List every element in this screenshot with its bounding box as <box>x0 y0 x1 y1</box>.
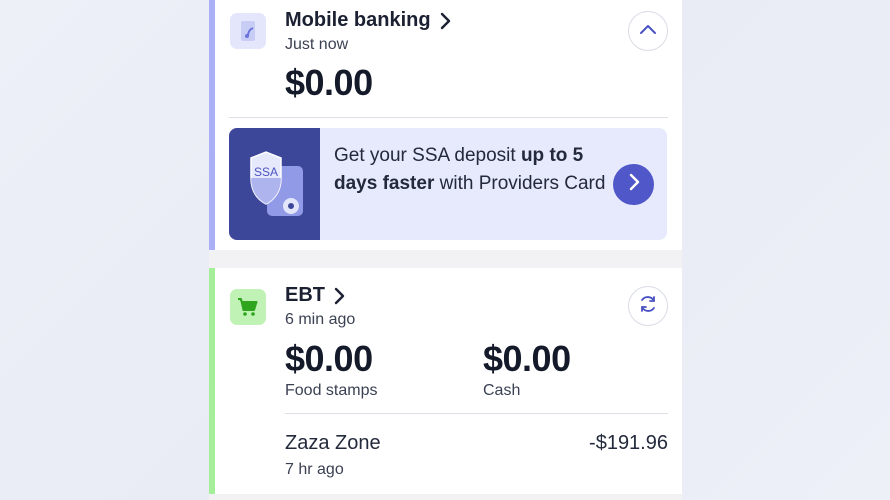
mobile-banking-title: Mobile banking <box>285 9 431 31</box>
ebt-title: EBT <box>285 284 325 306</box>
divider <box>285 413 668 414</box>
ssa-badge: SSA <box>253 165 278 179</box>
promo-go-button[interactable] <box>613 164 654 205</box>
divider <box>229 117 668 118</box>
food-stamps-balance: $0.00 Food stamps <box>285 338 377 400</box>
mobile-banking-updated: Just now <box>285 36 349 53</box>
promo-text: Get your SSA deposit up to 5 days faster… <box>334 145 606 194</box>
food-stamps-amount: $0.00 <box>285 338 373 379</box>
ebt-title-link[interactable]: EBT <box>285 284 345 307</box>
ebt-card: EBT 6 min ago $0.00 Food stamps $0.00 Ca… <box>209 268 682 494</box>
cash-label: Cash <box>483 382 521 399</box>
transaction-amount: -$191.96 <box>589 432 668 454</box>
mobile-banking-title-link[interactable]: Mobile banking <box>285 9 451 32</box>
chevron-up-icon <box>639 22 657 40</box>
food-stamps-label: Food stamps <box>285 382 378 399</box>
phone-icon <box>230 13 266 49</box>
refresh-icon <box>638 294 658 319</box>
ssa-shield-illustration: SSA <box>229 128 320 240</box>
cash-amount: $0.00 <box>483 338 571 379</box>
mobile-banking-card: Mobile banking Just now $0.00 SSA Get yo… <box>209 0 682 250</box>
ssa-promo-banner[interactable]: SSA Get your SSA deposit up to 5 days fa… <box>229 128 667 240</box>
cart-icon <box>230 289 266 325</box>
accounts-column: Mobile banking Just now $0.00 SSA Get yo… <box>209 0 682 500</box>
collapse-button[interactable] <box>628 11 668 51</box>
transaction-merchant: Zaza Zone <box>285 432 381 454</box>
ebt-updated: 6 min ago <box>285 311 356 328</box>
refresh-button[interactable] <box>628 286 668 326</box>
chevron-right-icon <box>333 287 345 305</box>
cash-balance: $0.00 Cash <box>483 338 571 400</box>
chevron-right-icon <box>439 12 451 30</box>
transaction-time: 7 hr ago <box>285 461 344 478</box>
chevron-right-icon <box>628 173 640 196</box>
mobile-banking-balance: $0.00 <box>285 62 373 103</box>
